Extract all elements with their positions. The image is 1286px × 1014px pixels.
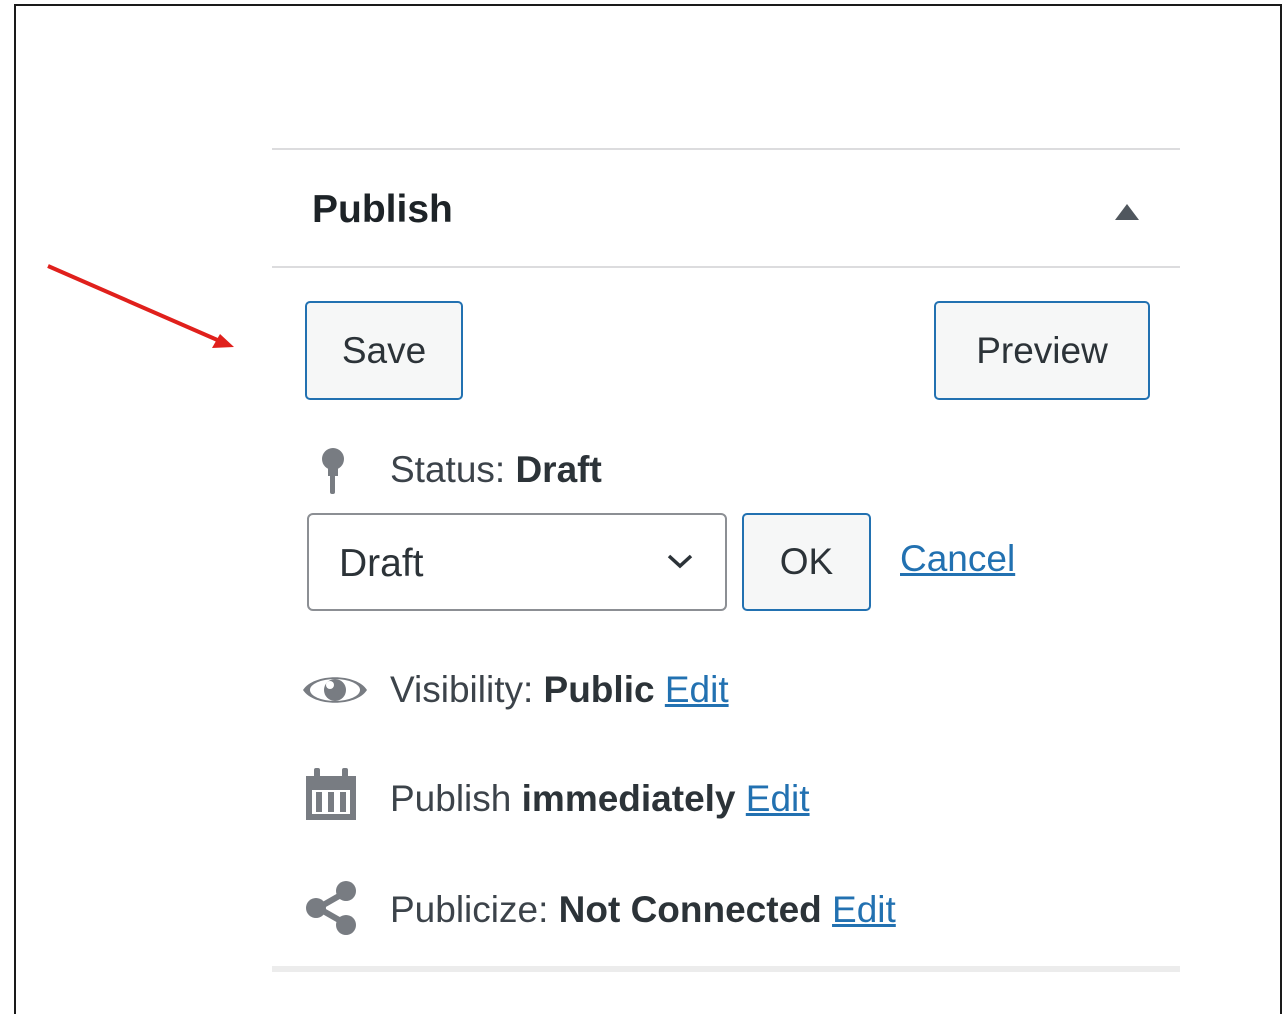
visibility-value: Public: [543, 669, 655, 710]
chevron-down-icon: [667, 554, 693, 569]
panel-title: Publish: [312, 188, 453, 231]
publicize-row: Publicize: Not Connected Edit: [390, 887, 896, 933]
status-row: Status: Draft: [390, 447, 602, 493]
schedule-row: Publish immediately Edit: [390, 776, 810, 822]
publicize-edit-link[interactable]: Edit: [832, 889, 896, 930]
preview-button[interactable]: Preview: [934, 301, 1150, 400]
calendar-icon: [306, 768, 356, 820]
status-label: Status:: [390, 449, 516, 490]
share-icon: [306, 881, 356, 935]
panel-header-divider: [272, 266, 1180, 268]
visibility-row: Visibility: Public Edit: [390, 667, 729, 713]
cancel-link[interactable]: Cancel: [900, 536, 1015, 582]
pin-icon: [322, 448, 344, 494]
status-value: Draft: [515, 449, 602, 490]
ok-button[interactable]: OK: [742, 513, 871, 611]
panel-top-divider: [272, 148, 1180, 150]
panel-bottom-divider: [272, 966, 1180, 972]
eye-icon: [303, 677, 367, 703]
publicize-value: Not Connected: [558, 889, 822, 930]
publicize-label: Publicize:: [390, 889, 559, 930]
triangle-up-icon[interactable]: [1112, 200, 1142, 224]
visibility-edit-link[interactable]: Edit: [665, 669, 729, 710]
annotation-arrow: [47, 264, 234, 348]
save-button[interactable]: Save: [305, 301, 463, 400]
schedule-value: immediately: [521, 778, 736, 819]
visibility-label: Visibility:: [390, 669, 544, 710]
status-select[interactable]: Draft: [307, 513, 727, 611]
schedule-label: Publish: [390, 778, 522, 819]
schedule-edit-link[interactable]: Edit: [746, 778, 810, 819]
status-select-value: Draft: [339, 542, 424, 585]
